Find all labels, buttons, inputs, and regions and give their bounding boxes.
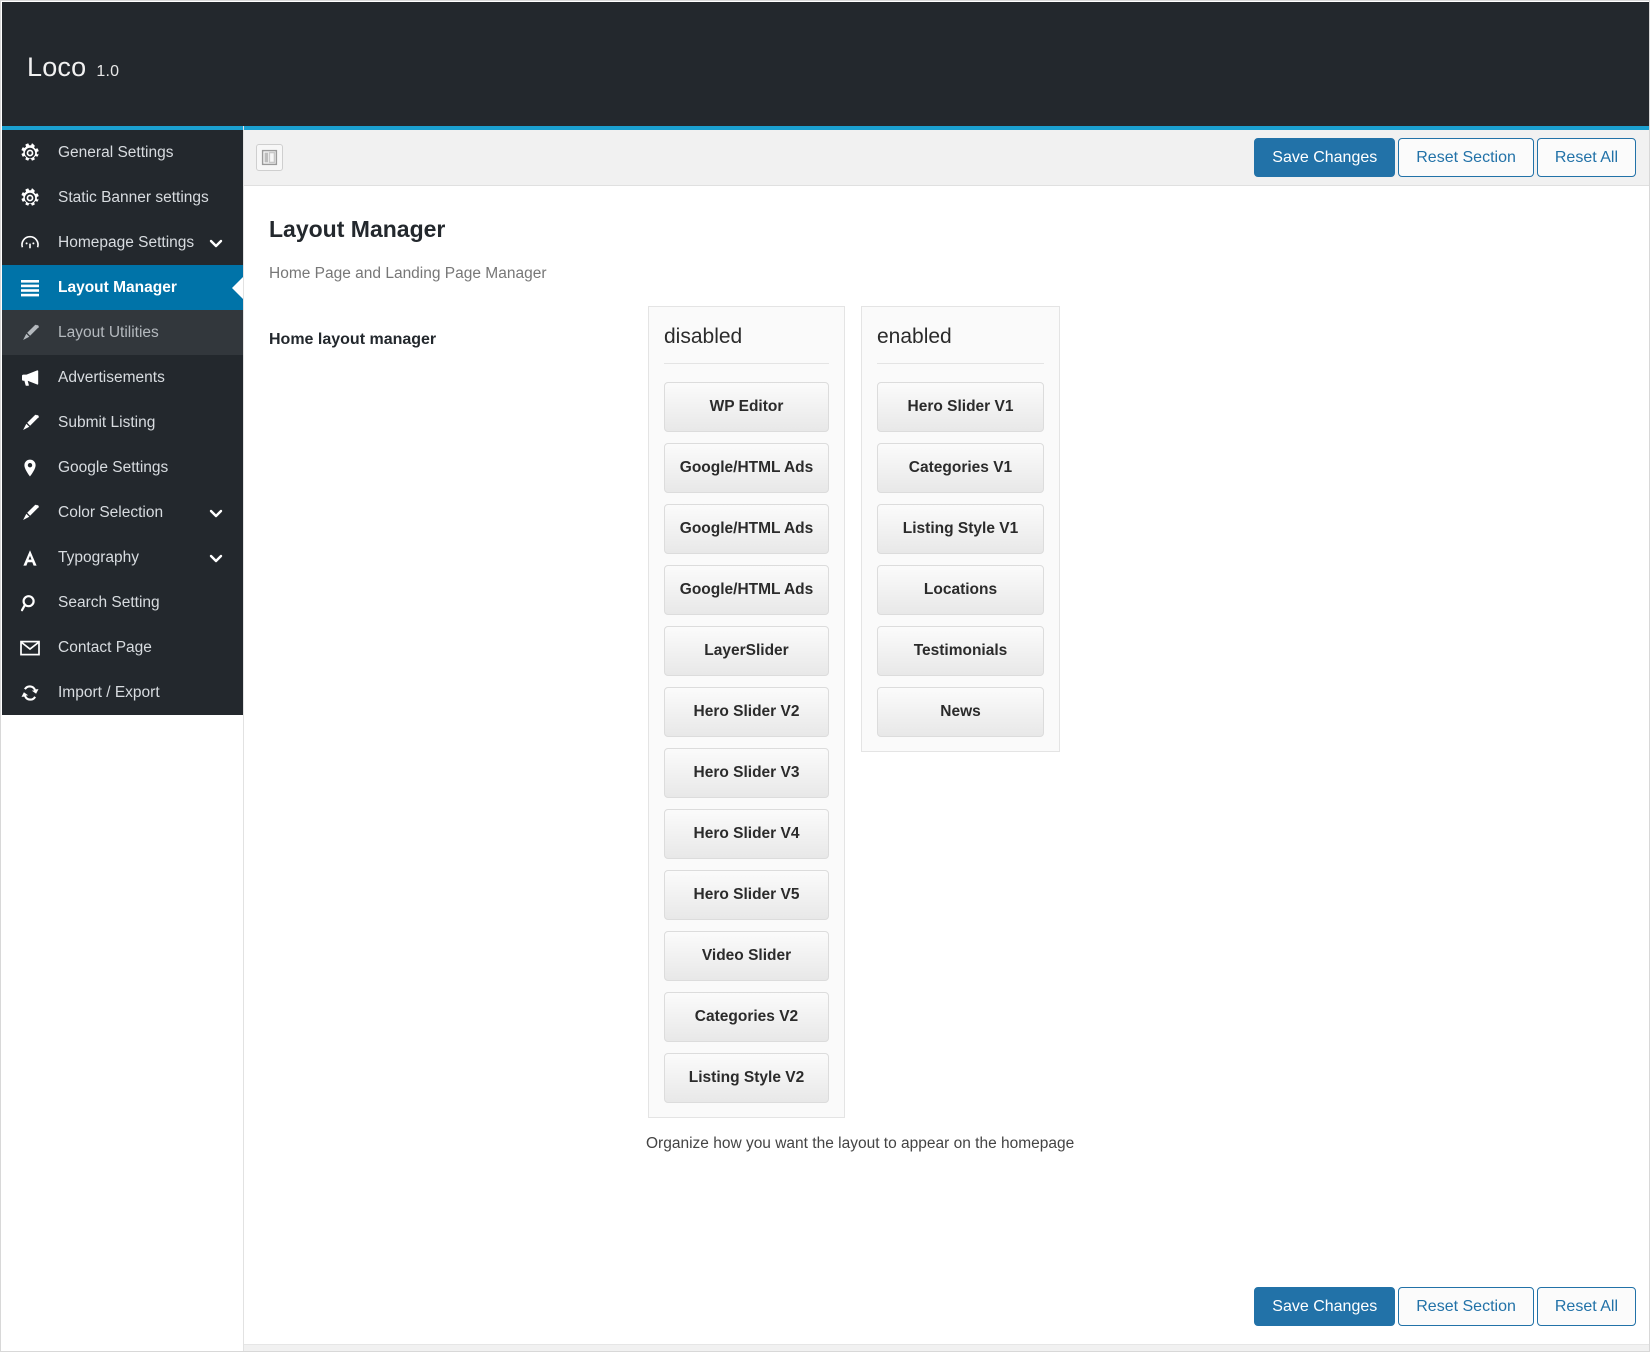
map-pin-icon (20, 458, 50, 478)
gear-icon (20, 187, 50, 208)
list-item[interactable]: Hero Slider V4 (664, 809, 829, 859)
menu-lines-icon (20, 279, 50, 297)
toolbar-actions: Save Changes Reset Section Reset All (1254, 137, 1636, 178)
sidebar-item-label: Advertisements (58, 368, 165, 386)
chevron-down-icon (207, 504, 225, 522)
list-item[interactable]: Google/HTML Ads (664, 565, 829, 615)
sidebar-item-color-selection[interactable]: Color Selection (2, 490, 243, 535)
sidebar-item-label: Color Selection (58, 503, 164, 521)
list-item[interactable]: Listing Style V1 (877, 504, 1044, 554)
sidebar-item-google-settings[interactable]: Google Settings (2, 445, 243, 490)
brand-name: Loco (27, 52, 87, 82)
page-title: Layout Manager (269, 216, 446, 242)
footer-divider (244, 1344, 1649, 1351)
refresh-icon (20, 683, 50, 703)
list-item[interactable]: Locations (877, 565, 1044, 615)
reset-section-button-top[interactable]: Reset Section (1398, 137, 1534, 178)
list-item[interactable]: LayerSlider (664, 626, 829, 676)
list-item[interactable]: Listing Style V2 (664, 1053, 829, 1103)
sidebar-nav: General Settings Static Banner settings … (2, 126, 243, 715)
sidebar: General Settings Static Banner settings … (2, 126, 243, 1351)
reset-all-button-top[interactable]: Reset All (1536, 137, 1636, 178)
sidebar-item-label: Import / Export (58, 683, 160, 701)
list-item[interactable]: Hero Slider V1 (877, 382, 1044, 432)
sidebar-item-label: Contact Page (58, 638, 152, 656)
sidebar-item-label: Google Settings (58, 458, 169, 476)
sidebar-item-import-export[interactable]: Import / Export (2, 670, 243, 715)
sidebar-item-contact-page[interactable]: Contact Page (2, 625, 243, 670)
main-toolbar: Save Changes Reset Section Reset All (244, 126, 1649, 186)
sidebar-item-typography[interactable]: Typography (2, 535, 243, 580)
sidebar-item-search-setting[interactable]: Search Setting (2, 580, 243, 625)
search-icon (20, 593, 50, 613)
sidebar-item-label: Typography (58, 548, 139, 566)
page-subtitle: Home Page and Landing Page Manager (269, 265, 547, 282)
top-bar: Loco 1.0 (2, 2, 1649, 126)
list-item[interactable]: Hero Slider V5 (664, 870, 829, 920)
admin-page: Loco 1.0 General Settings Static Banner s… (0, 0, 1650, 1352)
reset-section-button-bottom[interactable]: Reset Section (1398, 1286, 1534, 1326)
list-item[interactable]: Hero Slider V2 (664, 687, 829, 737)
sidebar-item-label: Layout Manager (58, 278, 177, 296)
sidebar-item-submit-listing[interactable]: Submit Listing (2, 400, 243, 445)
list-item[interactable]: Categories V2 (664, 992, 829, 1042)
footer-actions: Save Changes Reset Section Reset All (1254, 1286, 1636, 1326)
save-button-top[interactable]: Save Changes (1254, 137, 1396, 178)
brush-icon (20, 413, 50, 433)
layout-sorter: disabled WP Editor Google/HTML Ads Googl… (648, 306, 1076, 1118)
sidebar-item-layout-utilities[interactable]: Layout Utilities (2, 310, 243, 355)
sidebar-item-general-settings[interactable]: General Settings (2, 130, 243, 175)
brush-icon (20, 503, 50, 523)
chevron-down-icon (207, 234, 225, 252)
brush-icon (20, 323, 50, 343)
chevron-down-icon (207, 549, 225, 567)
brand-version: 1.0 (96, 63, 120, 80)
sidebar-item-static-banner-settings[interactable]: Static Banner settings (2, 175, 243, 220)
megaphone-icon (20, 368, 50, 388)
letter-a-icon (20, 548, 50, 568)
sorter-column-enabled[interactable]: enabled Hero Slider V1 Categories V1 Lis… (861, 306, 1060, 752)
envelope-icon (20, 640, 50, 656)
dashboard-icon (20, 233, 50, 253)
reset-all-button-bottom[interactable]: Reset All (1536, 1286, 1636, 1326)
list-item[interactable]: WP Editor (664, 382, 829, 432)
sidebar-item-label: Homepage Settings (58, 233, 195, 251)
sidebar-item-advertisements[interactable]: Advertisements (2, 355, 243, 400)
sorter-description: Organize how you want the layout to appe… (646, 1135, 1075, 1152)
list-item[interactable]: Video Slider (664, 931, 829, 981)
sidebar-item-label: Layout Utilities (58, 323, 159, 341)
sidebar-item-label: Submit Listing (58, 413, 156, 431)
column-title-disabled: disabled (664, 325, 829, 364)
main-panel: Save Changes Reset Section Reset All Lay… (243, 126, 1649, 1351)
list-item[interactable]: Categories V1 (877, 443, 1044, 493)
sidebar-item-layout-manager[interactable]: Layout Manager (2, 265, 243, 310)
sidebar-item-label: Search Setting (58, 593, 160, 611)
list-item[interactable]: News (877, 687, 1044, 737)
layout-toggle-icon[interactable] (256, 144, 283, 171)
column-title-enabled: enabled (877, 325, 1044, 364)
save-button-bottom[interactable]: Save Changes (1254, 1286, 1396, 1326)
active-caret-icon (232, 276, 243, 299)
list-item[interactable]: Hero Slider V3 (664, 748, 829, 798)
sorter-column-disabled[interactable]: disabled WP Editor Google/HTML Ads Googl… (648, 306, 845, 1118)
sidebar-item-label: Static Banner settings (58, 188, 209, 206)
gear-icon (20, 142, 50, 163)
sidebar-item-homepage-settings[interactable]: Homepage Settings (2, 220, 243, 265)
brand-logo: Loco 1.0 (27, 52, 119, 83)
list-item[interactable]: Testimonials (877, 626, 1044, 676)
sidebar-item-label: General Settings (58, 143, 174, 161)
list-item[interactable]: Google/HTML Ads (664, 504, 829, 554)
list-item[interactable]: Google/HTML Ads (664, 443, 829, 493)
